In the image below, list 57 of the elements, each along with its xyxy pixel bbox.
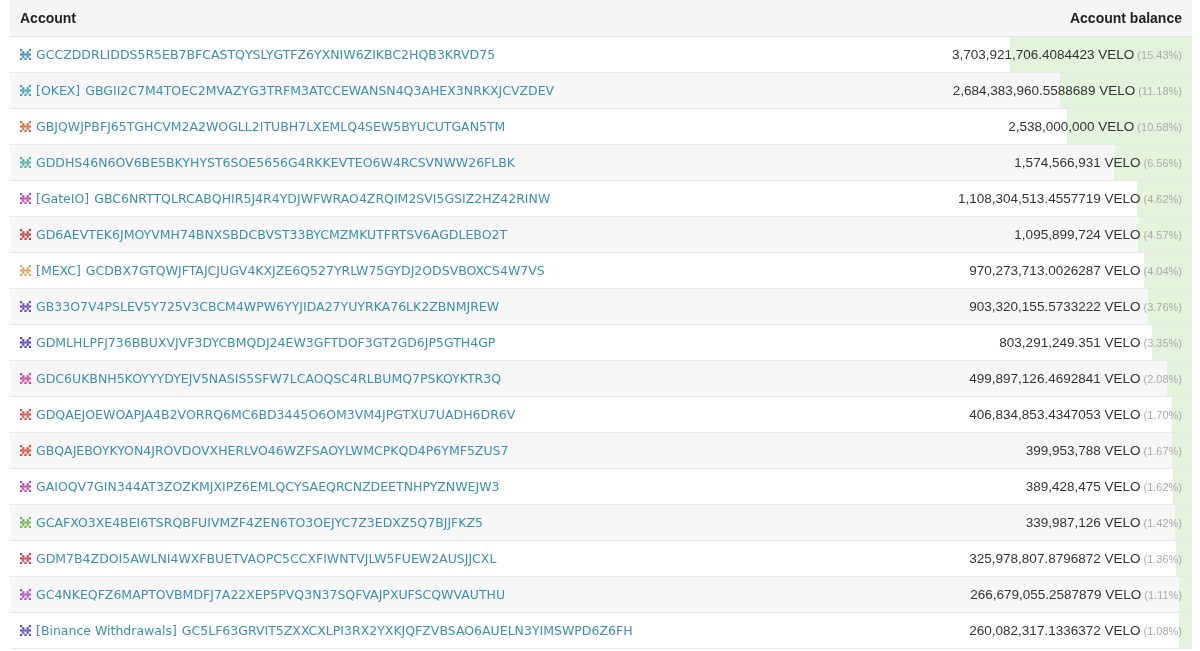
balance-share: (15.43%) xyxy=(1137,49,1182,61)
account-address-link[interactable]: GDMLHLPFJ736BBUXVJVF3DYCBMQDJ24EW3GFTDOF3GT2GD6JP5GTH4GP xyxy=(36,335,496,350)
balance-amount: 1,095,899,724 VELO xyxy=(1014,227,1141,242)
balance-share: (1.42%) xyxy=(1143,517,1182,529)
account-address-link[interactable]: GDDHS46N6OV6BE5BKYHYST6SOE5656G4RKKEVTEO6W4RCSVNWW26FLBK xyxy=(36,155,516,170)
balance-amount: 260,082,317.1336372 VELO xyxy=(969,623,1141,638)
balance-share: (1.70%) xyxy=(1143,409,1182,421)
account-address-link[interactable]: GBGII2C7M4TOEC2MVAZYG3TRFM3ATCCEWANSN4Q3AHEX3NRKXJCVZDEV xyxy=(85,83,555,98)
balance-share: (2.08%) xyxy=(1143,373,1182,385)
balance-share: (1.36%) xyxy=(1143,553,1182,565)
balance-amount: 2,684,383,960.5588689 VELO xyxy=(952,83,1136,98)
balance-share: (3.76%) xyxy=(1143,301,1182,313)
balance-share: (1.11%) xyxy=(1144,589,1182,601)
balance-amount: 1,108,304,513.4557719 VELO xyxy=(958,191,1141,206)
column-header: Account xyxy=(20,10,76,26)
balance-share: (1.67%) xyxy=(1143,445,1182,457)
balance-amount: 389,428,475 VELO xyxy=(1025,479,1141,494)
account-address-link[interactable]: GC4NKEQFZ6MAPTOVBMDFJ7A22XEP5PVQ3N37SQFVAJPXUFSCQWVAUTHU xyxy=(36,587,506,602)
account-address-link[interactable]: GCAFXO3XE4BEI6TSRQBFUIVMZF4ZEN6TO3OEJYC7Z3EDXZ5Q7BJJFKZ5 xyxy=(36,515,483,530)
account-address-link[interactable]: GB33O7V4PSLEV5Y725V3CBCM4WPW6YYJIDA27YUYRKA76LK2ZBNMJREW xyxy=(36,299,500,314)
balance-share: (3.35%) xyxy=(1143,337,1182,349)
account-label-link[interactable]: [OKEX] xyxy=(36,83,81,98)
balance-amount: 399,953,788 VELO xyxy=(1025,443,1141,458)
account-address-link[interactable]: GBC6NRTTQLRCABQHIR5J4R4YDJWFWRAO4ZRQIM2SVI5GSIZ2HZ42RINW xyxy=(94,191,551,206)
balance-amount: 325,978,807.8796872 VELO xyxy=(969,551,1141,566)
column-header: Account balance xyxy=(1069,10,1182,26)
balance-share: (1.08%) xyxy=(1143,625,1182,637)
account-address-link[interactable]: GDM7B4ZDOI5AWLNI4WXFBUETVAOPC5CCXFIWNTVJLW5FUEW2AUSJJCXL xyxy=(36,551,497,566)
account-address-link[interactable]: GAIOQV7GIN344AT3ZOZKMJXIPZ6EMLQCYSAEQRCNZDEETNHPYZNWEJW3 xyxy=(36,479,500,494)
balance-share: (4.57%) xyxy=(1143,229,1182,241)
account-address-link[interactable]: GD6AEVTEK6JMOYVMH74BNXSBDCBVST33BYCMZMKUTFRTSV6AGDLEBO2T xyxy=(36,227,508,242)
balance-share: (10.58%) xyxy=(1137,121,1182,133)
balance-amount: 406,834,853.4347053 VELO xyxy=(969,407,1141,422)
balance-share: (4.04%) xyxy=(1143,265,1182,277)
balance-share: (11.18%) xyxy=(1138,85,1182,97)
account-label-link[interactable]: [MEXC] xyxy=(36,263,81,278)
balance-amount: 1,574,566,931 VELO xyxy=(1014,155,1141,170)
balance-amount: 903,320,155.5733222 VELO xyxy=(969,299,1141,314)
balance-share: (4.62%) xyxy=(1143,193,1182,205)
account-address-link[interactable]: GC5LF63GRVIT5ZXXCXLPI3RX2YXKJQFZVBSAO6AUELN3YIMSWPD6Z6FH xyxy=(181,623,633,638)
balance-share: (1.62%) xyxy=(1143,481,1182,493)
account-address-link[interactable]: GBJQWJPBFJ65TGHCVM2A2WOGLL2ITUBH7LXEMLQ4SEW5BYUCUTGAN5TM xyxy=(36,119,506,134)
balance-amount: 266,679,055.2587879 VELO xyxy=(970,587,1142,602)
account-address-link[interactable]: GDC6UKBNH5KOYYYDYEJV5NASIS5SFW7LCAOQSC4RLBUMQ7PSKOYKTR3Q xyxy=(36,371,502,386)
account-address-link[interactable]: GBQAJEBOYKYON4JROVDOVXHERLVO46WZFSAOYLWMCPKQD4P6YMF5ZUS7 xyxy=(36,443,509,458)
account-label-link[interactable]: [GateIO] xyxy=(36,191,90,206)
account-label-link[interactable]: [Binance Withdrawals] xyxy=(36,623,177,638)
balance-amount: 339,987,126 VELO xyxy=(1025,515,1141,530)
balance-share: (6.56%) xyxy=(1143,157,1182,169)
balance-amount: 3,703,921,706.4084423 VELO xyxy=(951,47,1135,62)
account-address-link[interactable]: GCDBX7GTQWJFTAJCJUGV4KXJZE6Q527YRLW75GYDJ2ODSVBOXCS4W7VS xyxy=(85,263,545,278)
balance-amount: 970,273,713.0026287 VELO xyxy=(969,263,1141,278)
balance-amount: 803,291,249.351 VELO xyxy=(999,335,1141,350)
balance-amount: 499,897,126.4692841 VELO xyxy=(969,371,1141,386)
balance-amount: 2,538,000,000 VELO xyxy=(1008,119,1135,134)
account-address-link[interactable]: GDQAEJOEWOAPJA4B2VORRQ6MC6BD3445O6OM3VM4JPGTXU7UADH6DR6V xyxy=(36,407,516,422)
account-address-link[interactable]: GCCZDDRLIDDS5R5EB7BFCASTQYSLYGTFZ6YXNIW6ZIKBC2HQB3KRVD75 xyxy=(36,47,496,62)
